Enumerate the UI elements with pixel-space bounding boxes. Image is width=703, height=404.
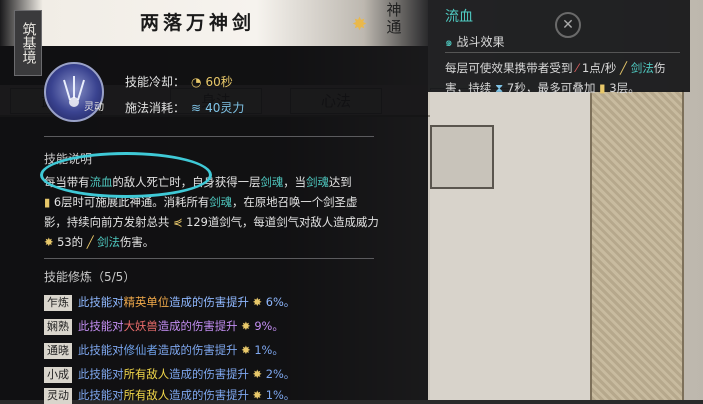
effect-description: 每层可使效果携带者受到 ⁄ 1点/秒 ╱ 剑法伤 害，持续 ⧗ 7秒，最多可叠加… (445, 61, 666, 95)
close-icon[interactable]: ✕ (555, 12, 581, 38)
stack-icon: ▮ (599, 81, 606, 95)
cost-label: 施法消耗： (125, 101, 186, 115)
cooldown-row: 技能冷却： ◔ 60秒 (125, 73, 233, 90)
swirl-icon: ๑ (445, 35, 453, 49)
cost-value: 40灵力 (205, 101, 245, 115)
divider (445, 52, 680, 53)
cultivation-row: 灵动 此技能对所有敌人造成的伤害提升 ✸ 1%。 (44, 386, 295, 404)
skill-title: 两落万神剑 (140, 12, 256, 34)
divider (44, 136, 374, 137)
grade-text: 神通 (386, 1, 402, 36)
divider (44, 258, 374, 259)
effect-subtitle: ๑ 战斗效果 (445, 35, 505, 49)
cooldown-label: 技能冷却： (125, 75, 186, 89)
power-icon: ✸ (44, 235, 54, 249)
realm-badge: 筑基境 (14, 10, 42, 76)
cultivation-row: 娴熟 此技能对大妖兽造成的伤害提升 ✸ 9%。 (44, 317, 284, 335)
background-skill-slot[interactable] (430, 125, 494, 189)
cultivation-heading: 技能修炼（5/5） (44, 270, 136, 284)
cultivation-row: 通晓 此技能对修仙者造成的伤害提升 ✸ 1%。 (44, 341, 284, 359)
effect-title: 流血 (445, 9, 473, 25)
blood-icon: ⁄ (576, 61, 579, 75)
clock-icon: ◔ (191, 75, 202, 89)
sun-icon: ✸ (352, 14, 368, 35)
qi-icon: ⋞ (172, 215, 183, 229)
hourglass-icon: ⧗ (495, 81, 504, 95)
mana-icon: ≋ (191, 101, 202, 115)
cultivation-row: 乍炼 此技能对精英单位造成的伤害提升 ✸ 6%。 (44, 293, 295, 311)
highlight-annotation (40, 152, 212, 198)
background-scroll-decor (590, 90, 684, 400)
cost-row: 施法消耗： ≋ 40灵力 (125, 99, 244, 116)
sword-icon: ╱ (86, 235, 94, 249)
cultivation-row: 小成 此技能对所有敌人造成的伤害提升 ✸ 2%。 (44, 365, 295, 383)
skill-icon (44, 62, 104, 122)
skill-type-badge: 灵动 (84, 102, 104, 113)
cooldown-value: 60秒 (205, 75, 233, 89)
scroll-icon: ▮ (44, 195, 51, 209)
